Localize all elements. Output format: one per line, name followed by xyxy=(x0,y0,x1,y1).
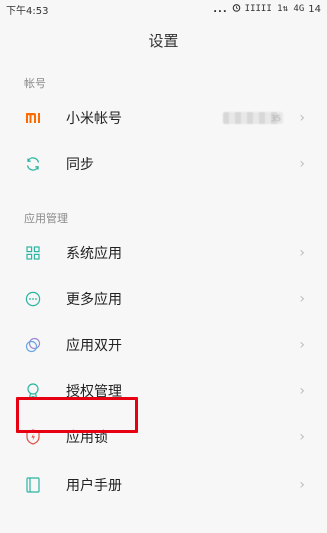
chevron-right-icon: › xyxy=(299,245,305,261)
settings-item-label: 更多应用 xyxy=(66,292,122,308)
chevron-right-icon: › xyxy=(299,110,305,126)
settings-item-user-manual[interactable]: 用户手册 › xyxy=(0,462,327,508)
settings-item-label: 同步 xyxy=(66,157,94,173)
dual-circles-icon xyxy=(24,336,42,354)
alarm-icon xyxy=(232,3,241,15)
chevron-right-icon: › xyxy=(299,291,305,307)
section-header-app-management: 应用管理 xyxy=(24,211,68,225)
chevron-right-icon: › xyxy=(299,156,305,172)
battery-level: 14 xyxy=(308,3,321,15)
settings-item-system-apps[interactable]: 系统应用 › xyxy=(0,230,327,276)
settings-item-label: 系统应用 xyxy=(66,246,122,262)
chevron-right-icon: › xyxy=(299,337,305,353)
settings-item-label: 用户手册 xyxy=(66,478,122,494)
settings-item-label: 授权管理 xyxy=(66,384,122,400)
page-title-bar: 设置 xyxy=(0,18,327,62)
chevron-right-icon: › xyxy=(299,429,305,445)
page-title: 设置 xyxy=(148,31,179,50)
settings-item-permissions[interactable]: 授权管理 › xyxy=(0,368,327,414)
status-time: 下午4:53 xyxy=(6,5,49,17)
settings-item-sync[interactable]: 同步 › xyxy=(0,141,327,187)
account-id-redacted: 35 xyxy=(223,112,283,124)
shield-lock-icon xyxy=(24,428,42,446)
settings-item-label: 应用锁 xyxy=(66,430,108,446)
chevron-right-icon: › xyxy=(299,477,305,493)
settings-item-label: 应用双开 xyxy=(66,338,122,354)
section-header-account: 帐号 xyxy=(24,76,46,90)
apps-grid-icon xyxy=(24,244,42,262)
chevron-right-icon: › xyxy=(299,383,305,399)
more-circle-icon xyxy=(24,290,42,308)
settings-item-app-lock[interactable]: 应用锁 › xyxy=(0,414,327,460)
status-bar: 下午4:53 ... IIIII 1⇅ 4G 14 xyxy=(0,0,327,18)
settings-item-label: 小米帐号 xyxy=(66,111,122,127)
badge-icon xyxy=(24,382,42,400)
notification-dots: ... xyxy=(213,3,228,15)
mi-logo-icon xyxy=(24,109,42,127)
settings-item-dual-apps[interactable]: 应用双开 › xyxy=(0,322,327,368)
signal-indicator: IIIII 1⇅ 4G xyxy=(244,4,305,14)
settings-item-mi-account[interactable]: 小米帐号 35 › xyxy=(0,95,327,141)
book-icon xyxy=(24,476,42,494)
sync-icon xyxy=(24,155,42,173)
settings-item-more-apps[interactable]: 更多应用 › xyxy=(0,276,327,322)
